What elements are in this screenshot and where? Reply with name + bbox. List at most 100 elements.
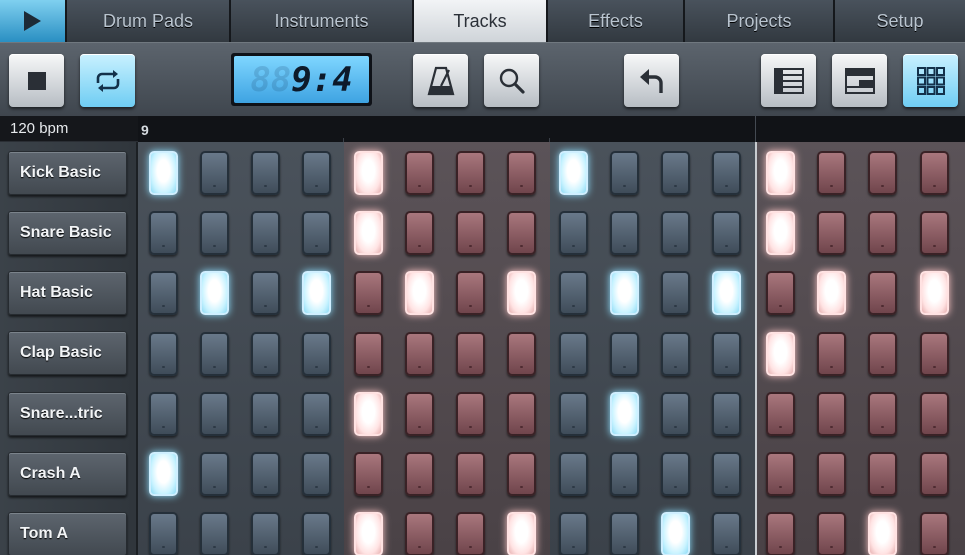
step-pad[interactable] — [766, 211, 795, 255]
step-pad[interactable] — [712, 271, 741, 315]
zoom-button[interactable] — [484, 54, 539, 107]
step-pad[interactable] — [507, 392, 536, 436]
step-pad[interactable] — [200, 332, 229, 376]
step-pad[interactable] — [817, 332, 846, 376]
track-button-snare-basic[interactable]: Snare Basic — [8, 211, 127, 255]
step-pad[interactable] — [149, 452, 178, 496]
step-pad[interactable] — [610, 392, 639, 436]
step-pad[interactable] — [712, 332, 741, 376]
step-pad[interactable] — [149, 271, 178, 315]
step-pad[interactable] — [405, 452, 434, 496]
step-pad[interactable] — [661, 211, 690, 255]
step-pad[interactable] — [868, 151, 897, 195]
step-pad[interactable] — [766, 512, 795, 555]
step-pad[interactable] — [302, 211, 331, 255]
step-pad[interactable] — [868, 332, 897, 376]
step-pad[interactable] — [405, 392, 434, 436]
step-pad[interactable] — [817, 452, 846, 496]
step-pad[interactable] — [559, 392, 588, 436]
step-pad[interactable] — [868, 512, 897, 555]
tab-drum-pads[interactable]: Drum Pads — [67, 0, 231, 42]
step-pad[interactable] — [251, 151, 280, 195]
step-pad[interactable] — [405, 512, 434, 555]
step-pad[interactable] — [559, 211, 588, 255]
step-pad[interactable] — [405, 151, 434, 195]
step-pad[interactable] — [766, 151, 795, 195]
step-pad[interactable] — [200, 151, 229, 195]
step-pad[interactable] — [559, 151, 588, 195]
step-pad[interactable] — [920, 452, 949, 496]
step-pad[interactable] — [661, 452, 690, 496]
step-pad[interactable] — [149, 211, 178, 255]
step-pad[interactable] — [661, 512, 690, 555]
step-pad[interactable] — [868, 392, 897, 436]
step-pad[interactable] — [610, 271, 639, 315]
step-pad[interactable] — [661, 271, 690, 315]
step-pad[interactable] — [507, 332, 536, 376]
step-pad[interactable] — [149, 512, 178, 555]
step-pad[interactable] — [817, 271, 846, 315]
step-pad[interactable] — [302, 452, 331, 496]
track-button-crash-a[interactable]: Crash A — [8, 452, 127, 496]
step-pad[interactable] — [507, 271, 536, 315]
step-pad[interactable] — [507, 452, 536, 496]
step-pad[interactable] — [868, 452, 897, 496]
step-pad[interactable] — [251, 452, 280, 496]
step-pad[interactable] — [456, 512, 485, 555]
step-pad[interactable] — [559, 271, 588, 315]
tab-tracks[interactable]: Tracks — [414, 0, 548, 42]
step-pad[interactable] — [559, 332, 588, 376]
step-pad[interactable] — [149, 392, 178, 436]
step-pad[interactable] — [354, 271, 383, 315]
step-pad[interactable] — [354, 211, 383, 255]
step-pad[interactable] — [251, 332, 280, 376]
step-pad[interactable] — [405, 271, 434, 315]
step-pad[interactable] — [302, 332, 331, 376]
track-button-clap-basic[interactable]: Clap Basic — [8, 331, 127, 375]
step-pad[interactable] — [251, 271, 280, 315]
step-pad[interactable] — [559, 512, 588, 555]
track-button-snare-tric[interactable]: Snare...tric — [8, 392, 127, 436]
tempo-label[interactable]: 120 bpm — [0, 116, 138, 142]
step-pad[interactable] — [149, 332, 178, 376]
step-pad[interactable] — [354, 512, 383, 555]
list-view-button[interactable] — [761, 54, 816, 107]
step-pad[interactable] — [661, 392, 690, 436]
split-view-button[interactable] — [832, 54, 887, 107]
step-pad[interactable] — [712, 452, 741, 496]
step-pad[interactable] — [456, 332, 485, 376]
step-pad[interactable] — [661, 332, 690, 376]
step-pad[interactable] — [920, 512, 949, 555]
step-pad[interactable] — [817, 211, 846, 255]
step-pad[interactable] — [712, 211, 741, 255]
grid-view-button[interactable] — [903, 54, 958, 107]
step-pad[interactable] — [610, 211, 639, 255]
tab-effects[interactable]: Effects — [548, 0, 685, 42]
step-pad[interactable] — [610, 452, 639, 496]
step-pad[interactable] — [200, 211, 229, 255]
step-pad[interactable] — [712, 151, 741, 195]
step-pad[interactable] — [251, 211, 280, 255]
track-button-kick-basic[interactable]: Kick Basic — [8, 151, 127, 195]
step-pad[interactable] — [456, 392, 485, 436]
step-pad[interactable] — [456, 151, 485, 195]
loop-button[interactable] — [80, 54, 135, 107]
step-pad[interactable] — [354, 151, 383, 195]
step-pad[interactable] — [302, 392, 331, 436]
step-pad[interactable] — [200, 271, 229, 315]
step-pad[interactable] — [251, 392, 280, 436]
step-pad[interactable] — [456, 271, 485, 315]
step-pad[interactable] — [817, 392, 846, 436]
step-pad[interactable] — [251, 512, 280, 555]
step-pad[interactable] — [766, 271, 795, 315]
step-pad[interactable] — [354, 452, 383, 496]
step-pad[interactable] — [200, 512, 229, 555]
step-pad[interactable] — [817, 151, 846, 195]
step-pad[interactable] — [817, 512, 846, 555]
step-pad[interactable] — [766, 452, 795, 496]
tab-setup[interactable]: Setup — [835, 0, 965, 42]
step-pad[interactable] — [868, 211, 897, 255]
step-pad[interactable] — [302, 512, 331, 555]
step-pad[interactable] — [920, 151, 949, 195]
step-pad[interactable] — [920, 332, 949, 376]
